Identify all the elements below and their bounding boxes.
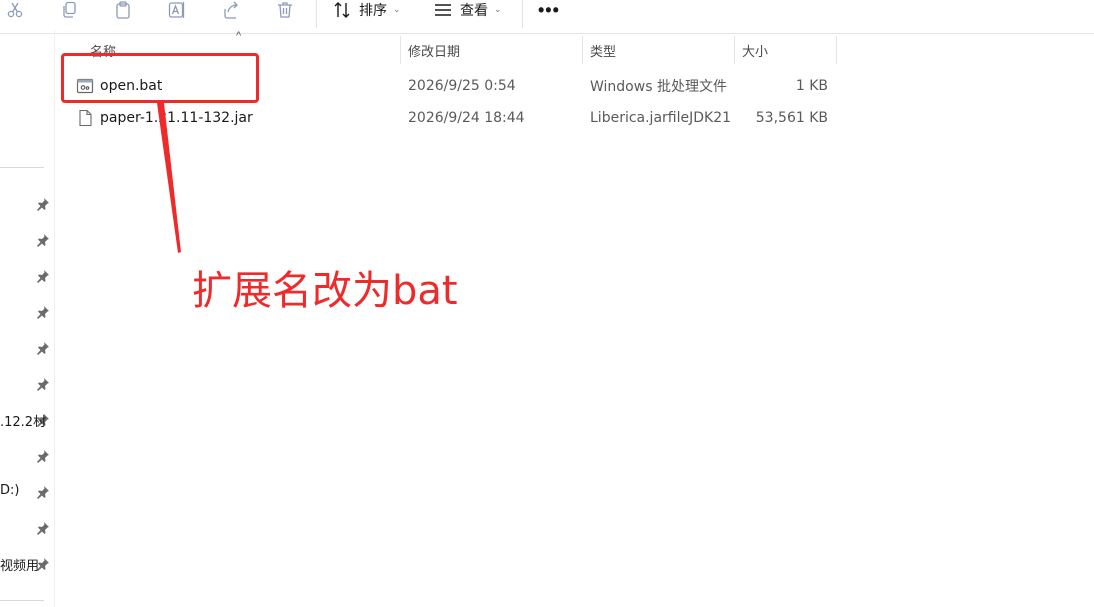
pin-icon[interactable] [36, 233, 50, 247]
column-header-modified[interactable]: 修改日期 [400, 36, 582, 64]
sort-label: 排序 [359, 3, 387, 19]
column-header-size[interactable]: 大小 [734, 36, 836, 64]
view-icon [435, 4, 451, 16]
pin-icon[interactable] [36, 269, 50, 283]
file-modified: 2026/9/24 18:44 [408, 110, 525, 126]
nav-divider [0, 600, 44, 601]
pin-icon[interactable] [36, 449, 50, 463]
chevron-down-icon: ⌄ [494, 5, 502, 15]
chevron-down-icon: ⌄ [393, 5, 401, 15]
nav-item-label[interactable]: .12.2村 [0, 411, 46, 430]
column-separator[interactable] [836, 36, 837, 64]
pin-icon[interactable] [36, 521, 50, 535]
delete-icon[interactable] [274, 0, 296, 20]
nav-divider [0, 167, 44, 168]
pin-icon[interactable] [36, 377, 50, 391]
command-bar: 排序 ⌄ 查看 ⌄ ••• [0, 0, 1094, 30]
column-header-type[interactable]: 类型 [582, 36, 734, 64]
sort-icon [334, 2, 350, 18]
annotation-text: 扩展名改为bat [192, 268, 458, 314]
sort-button[interactable]: 排序 ⌄ [333, 0, 401, 20]
file-type: Liberica.jarfileJDK21 [590, 110, 732, 126]
paste-icon[interactable] [112, 0, 134, 20]
pin-icon[interactable] [36, 341, 50, 355]
share-icon[interactable] [220, 0, 242, 20]
pin-icon[interactable] [36, 485, 50, 499]
toolbar-separator [522, 0, 523, 28]
rename-icon[interactable] [166, 0, 188, 20]
file-name[interactable]: paper-1.21.11-132.jar [100, 102, 253, 134]
nav-item-label[interactable]: 视频用 [0, 555, 39, 574]
file-size: 1 KB [795, 78, 828, 94]
annotation-highlight-box [61, 53, 259, 103]
file-row[interactable]: paper-1.21.11-132.jar 2026/9/24 18:44 Li… [70, 102, 840, 134]
pin-icon[interactable] [36, 197, 50, 211]
view-label: 查看 [460, 3, 488, 19]
document-file-icon [79, 109, 92, 127]
view-button[interactable]: 查看 ⌄ [434, 0, 502, 20]
file-type: Windows 批处理文件 [590, 79, 727, 95]
cut-icon[interactable] [4, 0, 26, 20]
toolbar-separator [316, 0, 317, 28]
file-size: 53,561 KB [755, 110, 828, 126]
nav-item-label[interactable]: D:) [0, 483, 19, 498]
navigation-pane: .12.2村 D:) 视频用 [0, 30, 55, 607]
copy-icon[interactable] [58, 0, 80, 20]
pin-icon[interactable] [36, 305, 50, 319]
file-modified: 2026/9/25 0:54 [408, 78, 516, 94]
toolbar-bottom-border [0, 33, 1094, 34]
more-options-button[interactable]: ••• [538, 0, 560, 20]
